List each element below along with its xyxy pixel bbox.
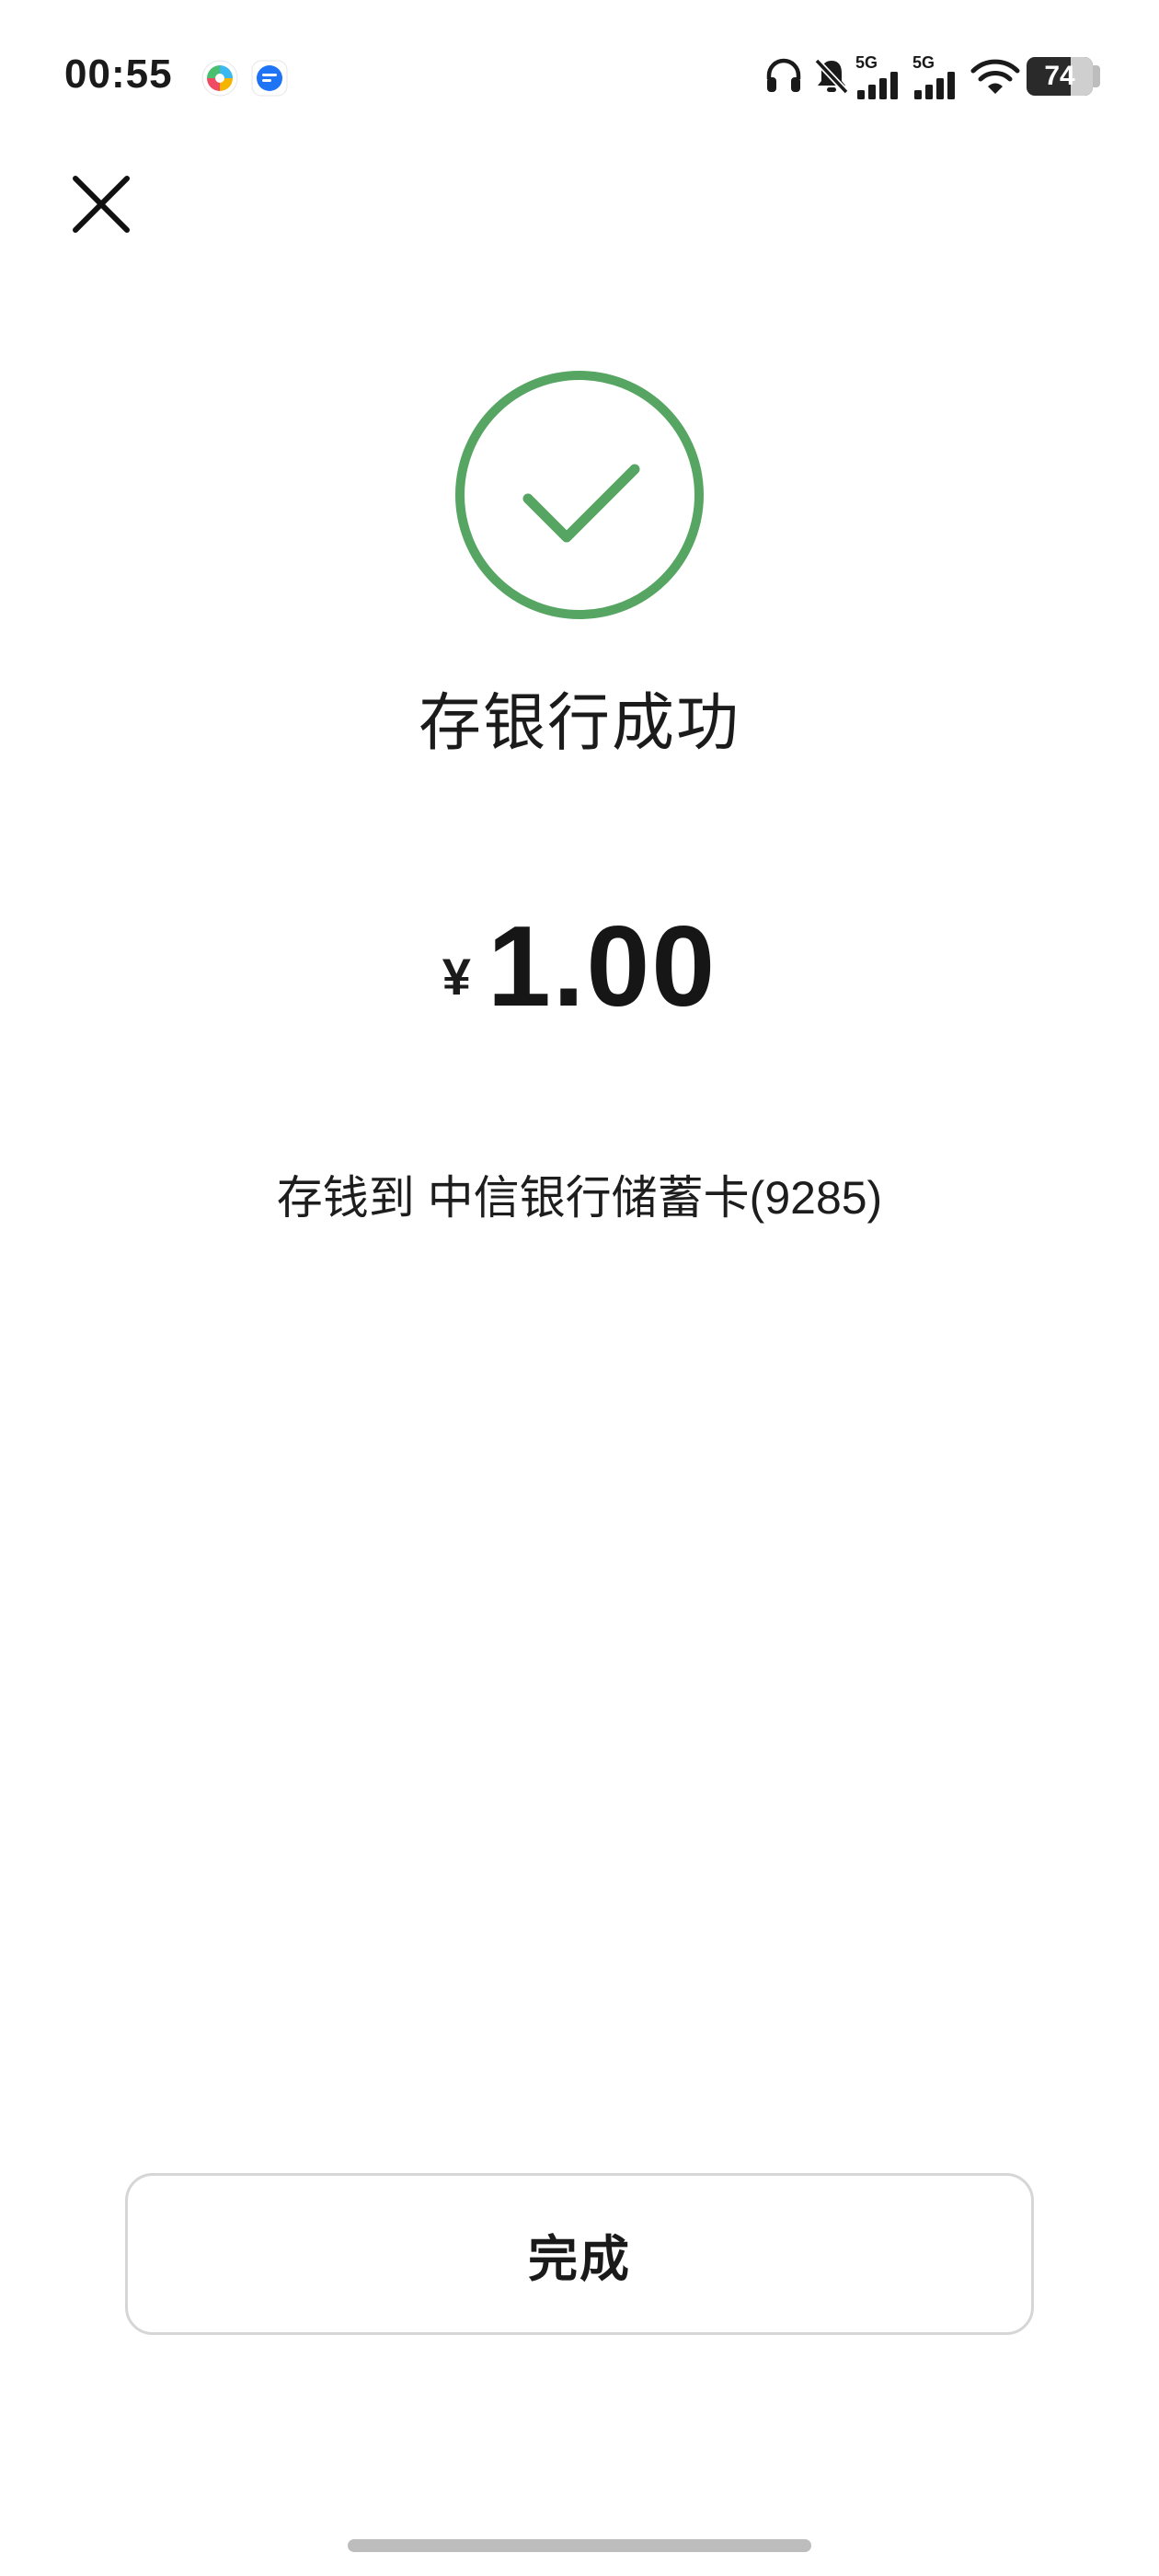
headphones-icon — [763, 55, 804, 100]
close-icon — [73, 176, 130, 233]
wifi-icon — [970, 57, 1021, 102]
currency-symbol: ¥ — [442, 948, 471, 1006]
signal-5g-icon: 5G — [855, 53, 907, 99]
home-indicator[interactable] — [348, 2539, 811, 2552]
app-icon-blue — [251, 60, 288, 97]
done-button-label: 完成 — [528, 2231, 631, 2287]
success-title: 存银行成功 — [418, 688, 740, 758]
deposit-destination: 存钱到 中信银行储蓄卡(9285) — [276, 1172, 883, 1224]
mute-bell-icon — [811, 55, 852, 100]
amount: ¥1.00 — [0, 902, 1159, 1032]
close-button[interactable] — [64, 167, 138, 241]
done-button[interactable]: 完成 — [125, 2173, 1034, 2335]
check-circle-icon — [454, 370, 705, 620]
amount-value: 1.00 — [487, 903, 717, 1030]
battery-cap — [1093, 65, 1100, 87]
battery-level: 74 — [1044, 61, 1075, 91]
status-time: 00:55 — [64, 52, 173, 97]
signal-5g-icon: 5G — [912, 53, 964, 99]
app-icon-colorful — [201, 60, 238, 97]
